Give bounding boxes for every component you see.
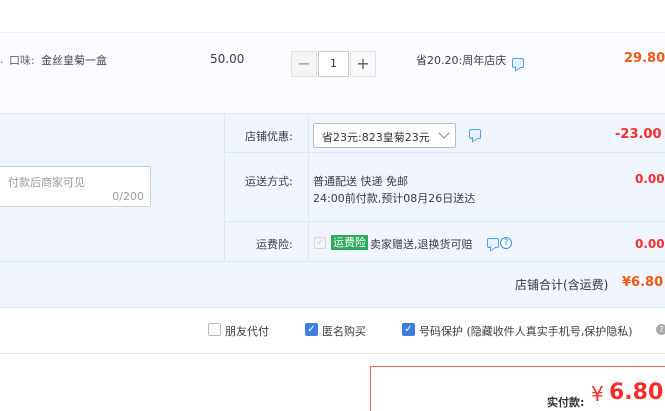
- divider: [224, 152, 665, 153]
- shipping-method: 普通配送 快递 免邮: [313, 175, 408, 188]
- item-unit-price: 50.00: [210, 52, 245, 66]
- payment-label: 实付款:: [547, 396, 585, 409]
- quantity-plus-button[interactable]: +: [350, 51, 376, 77]
- insurance-label: 运费险:: [256, 238, 293, 251]
- anonymous-checkbox[interactable]: ✓: [305, 323, 318, 336]
- divider: [0, 261, 665, 262]
- divider: [224, 221, 665, 222]
- friend-pay-label: 朋友代付: [225, 325, 269, 338]
- number-protect-label: 号码保护 (隐藏收件人真实手机号,保护隐私): [419, 325, 633, 338]
- anonymous-label: 匿名购买: [322, 325, 366, 338]
- chat-icon[interactable]: [487, 238, 499, 248]
- item-sku-label: 口味:: [9, 54, 35, 67]
- buyer-message-input[interactable]: 付款后商家可见 0/200: [0, 166, 151, 207]
- payment-currency: ¥: [591, 382, 604, 406]
- shipping-label: 运送方式:: [245, 175, 293, 188]
- quantity-stepper: − 1 +: [291, 51, 377, 77]
- shipping-amount: 0.00: [635, 172, 665, 186]
- shop-total-label: 店铺合计(含运费): [515, 278, 609, 292]
- shop-discount-amount: -23.00: [615, 127, 662, 142]
- chevron-down-icon: [438, 127, 450, 139]
- shop-discount-selected: 省23元:823皇菊23元: [322, 131, 430, 144]
- quantity-minus-button[interactable]: −: [291, 51, 317, 77]
- item-promo-text: 省20.20:周年店庆: [416, 54, 507, 67]
- shipping-eta: 24:00前付款,预计08月26日送达: [313, 192, 476, 205]
- help-icon[interactable]: ?: [500, 237, 512, 249]
- shop-discount-select[interactable]: 省23元:823皇菊23元: [313, 123, 456, 148]
- buyer-message-placeholder: 付款后商家可见: [8, 176, 85, 189]
- quantity-input[interactable]: 1: [318, 51, 349, 77]
- info-icon[interactable]: ?: [656, 324, 665, 335]
- divider: [0, 353, 665, 354]
- insurance-desc: 卖家赠送,退换货可赔: [370, 238, 473, 251]
- shop-discount-label: 店铺优惠:: [245, 130, 293, 143]
- payment-amount: 6.80: [609, 380, 664, 405]
- chat-icon[interactable]: [512, 58, 524, 68]
- item-sku-dot: .: [0, 53, 4, 66]
- buyer-message-counter: 0/200: [112, 190, 144, 203]
- insurance-amount: 0.00: [635, 237, 665, 251]
- divider: [308, 114, 309, 261]
- friend-pay-checkbox[interactable]: [208, 323, 221, 336]
- number-protect-checkbox[interactable]: ✓: [402, 323, 415, 336]
- check-icon: ✓: [314, 237, 326, 249]
- chat-icon[interactable]: [469, 129, 481, 139]
- shop-total-value: ¥6.80: [622, 275, 664, 290]
- item-subtotal: 29.80: [624, 51, 665, 66]
- insurance-badge: 运费险: [331, 235, 368, 250]
- item-sku-value: 金丝皇菊一盒: [41, 54, 107, 67]
